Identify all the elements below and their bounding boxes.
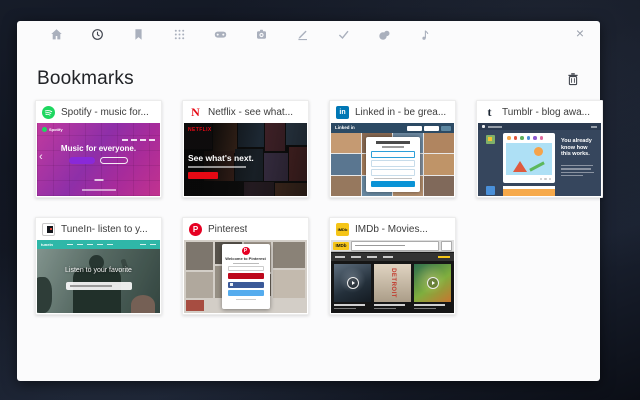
imdb-poster-row: DETROIT	[331, 261, 454, 313]
imdb-search-input	[351, 240, 439, 251]
pinterest-login-modal: P Welcome to Pinterest	[221, 244, 270, 309]
linkedin-join-button	[370, 181, 415, 187]
pinterest-login-button	[227, 273, 264, 280]
tumblr-topbar	[478, 123, 601, 130]
pinterest-logo: P	[241, 247, 250, 255]
play-icon	[426, 277, 439, 289]
home-icon[interactable]	[50, 28, 63, 41]
imdb-nav-bar	[331, 253, 454, 261]
spotify-headline: Music for everyone.	[60, 144, 137, 153]
bookmark-card-netflix[interactable]: N Netflix - see what... NETFLIX See what…	[182, 100, 309, 198]
tunein-thumbnail: tunein Listen to your favorite	[37, 240, 160, 313]
bookmark-card-pinterest[interactable]: P Pinterest P Welcome to Pinterest	[182, 217, 309, 315]
bookmarks-icon[interactable]	[132, 28, 145, 41]
linkedin-signin-button	[441, 125, 451, 131]
linkedin-thumbnail: Linked in	[331, 123, 454, 196]
bookmark-card-imdb[interactable]: IMDb IMDb - Movies... IMDb DETROIT	[329, 217, 456, 315]
pinterest-favicon: P	[189, 222, 202, 236]
tasks-icon[interactable]	[337, 28, 350, 41]
tunein-logo: tunein	[41, 242, 53, 247]
play-icon	[346, 277, 359, 289]
games-icon[interactable]	[214, 28, 227, 41]
chevron-left-icon: ‹	[39, 151, 43, 163]
bookmark-title: IMDb - Movies...	[355, 223, 428, 235]
detroit-poster-text: DETROIT	[389, 268, 396, 298]
tunein-headline: Listen to your favorite	[65, 267, 132, 274]
bookmark-card-tumblr[interactable]: t Tumblr - blog awa... You already know …	[476, 100, 603, 198]
imdb-favicon: IMDb	[336, 222, 349, 236]
tumblr-favicon: t	[487, 104, 492, 119]
netflix-thumbnail: NETFLIX See what's next.	[184, 123, 307, 196]
history-icon[interactable]	[91, 28, 104, 41]
linkedin-signup-form	[365, 137, 420, 192]
netflix-headline: See what's next.	[188, 153, 254, 163]
bookmark-title: TuneIn- listen to y...	[61, 223, 148, 235]
bookmark-card-spotify[interactable]: Spotify - music for... Spotify Music for…	[35, 100, 162, 198]
bookmark-title: Linked in - be grea...	[355, 106, 447, 118]
bookmark-title: Pinterest	[208, 223, 248, 235]
trash-icon[interactable]	[566, 72, 580, 86]
bookmark-title: Tumblr - blog awa...	[502, 106, 590, 118]
tunein-search-bar	[65, 282, 132, 290]
netflix-favicon: N	[191, 104, 200, 119]
imdb-poster: DETROIT	[374, 264, 411, 310]
tumblr-headline: You already know how this works.	[561, 138, 592, 158]
bookmark-title: Spotify - music for...	[61, 106, 149, 118]
linkedin-logo: Linked in	[335, 125, 355, 130]
imdb-thumbnail: IMDb DETROIT	[331, 240, 454, 313]
imdb-poster	[414, 264, 451, 310]
linkedin-favicon: in	[336, 105, 349, 119]
tumblr-post-type-icons	[503, 133, 555, 142]
tunein-favicon	[42, 222, 55, 236]
bookmark-card-linkedin[interactable]: in Linked in - be grea... Linked in	[329, 100, 456, 198]
pinterest-modal-title: Welcome to Pinterest	[225, 256, 266, 261]
tumblr-thumbnail: You already know how this works.	[478, 123, 601, 196]
spotify-favicon	[42, 105, 55, 119]
tumblr-avatar	[486, 186, 495, 195]
pinterest-facebook-button	[227, 281, 264, 288]
close-icon[interactable]: ×	[576, 26, 584, 40]
bookmarks-grid: Spotify - music for... Spotify Music for…	[17, 100, 603, 315]
music-icon[interactable]	[419, 28, 432, 41]
bookmarks-panel: × Bookmarks Spotify - music for... Spoti…	[17, 21, 603, 381]
imdb-poster	[334, 264, 371, 310]
imdb-search-bar: IMDb	[331, 240, 454, 252]
imdb-logo: IMDb	[333, 241, 349, 250]
netflix-logo: NETFLIX	[188, 127, 212, 133]
bookmark-title: Netflix - see what...	[208, 106, 294, 118]
page-title: Bookmarks	[37, 68, 134, 89]
pinterest-twitter-button	[227, 290, 264, 297]
spotify-thumbnail: Spotify Music for everyone. ‹	[37, 123, 160, 196]
edit-icon[interactable]	[296, 28, 309, 41]
tumblr-post-image	[506, 142, 552, 175]
page-header: Bookmarks	[17, 66, 600, 92]
netflix-subtext-line	[188, 166, 246, 168]
pinterest-email-field	[227, 265, 264, 271]
camera-icon[interactable]	[255, 28, 268, 41]
spotify-buttons	[37, 157, 160, 164]
spotify-logo-icon	[42, 127, 47, 132]
bookmark-card-tunein[interactable]: TuneIn- listen to y... tunein Listen to …	[35, 217, 162, 315]
tunein-header-bar: tunein	[37, 240, 160, 249]
tumblr-post-card	[503, 133, 555, 183]
linkedin-header-bar: Linked in	[331, 123, 454, 133]
pinterest-thumbnail: P Welcome to Pinterest	[184, 240, 307, 313]
netflix-cta-button	[188, 172, 218, 179]
spotify-pagination	[94, 179, 103, 181]
tumblr-avatar	[486, 135, 495, 144]
tumblr-next-post	[503, 186, 555, 196]
tumblr-paragraph-lines	[561, 163, 594, 177]
themes-icon[interactable]	[378, 28, 391, 41]
top-toolbar: ×	[17, 21, 600, 54]
spotify-footer-line	[81, 189, 116, 191]
tunein-photo	[37, 249, 160, 313]
spotify-logo: Spotify	[42, 127, 63, 132]
apps-icon[interactable]	[173, 28, 186, 41]
